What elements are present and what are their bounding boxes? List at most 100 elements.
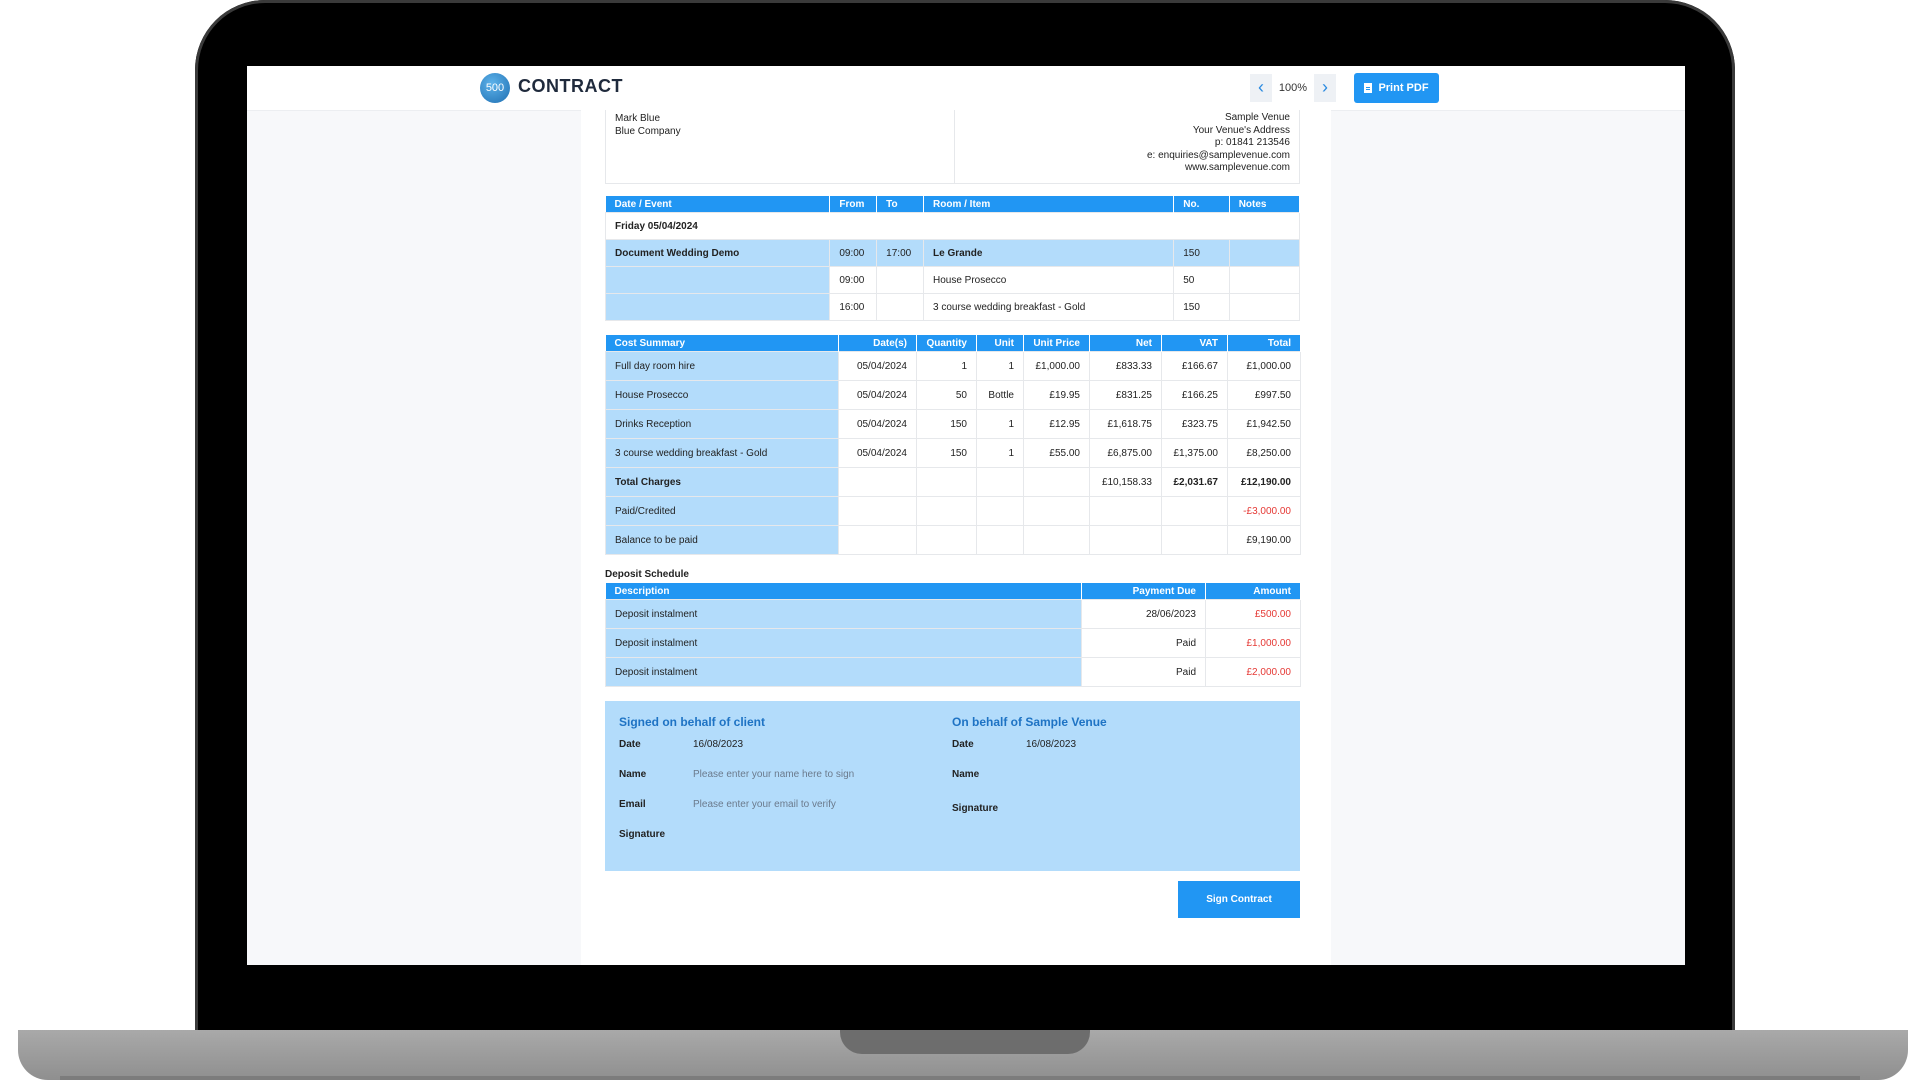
cost-date: 05/04/2024 <box>838 380 917 410</box>
email-input[interactable]: Please enter your email to verify <box>693 799 836 810</box>
cost-date: 05/04/2024 <box>838 409 917 439</box>
venue-signing-heading: On behalf of Sample Venue <box>952 715 1107 729</box>
column-header: Payment Due <box>1081 583 1206 600</box>
column-header: Unit <box>976 335 1024 352</box>
cost-quantity: 150 <box>916 438 977 468</box>
empty-cell <box>1023 525 1090 555</box>
client-signature-row[interactable]: Signature <box>619 829 949 859</box>
empty-cell <box>838 496 917 526</box>
empty-cell <box>1161 496 1228 526</box>
laptop-notch <box>840 1030 1090 1054</box>
chevron-right-icon[interactable]: › <box>1314 74 1336 102</box>
venue-date-row: Date 16/08/2023 <box>952 739 1282 769</box>
cost-unit: 1 <box>976 351 1024 381</box>
time-to <box>876 293 924 321</box>
time-from: 09:00 <box>829 266 878 294</box>
column-header: VAT <box>1161 335 1228 352</box>
deposit-schedule-title: Deposit Schedule <box>605 569 689 580</box>
table-row: Full day room hire 05/04/2024 1 1 £1,000… <box>605 351 1301 381</box>
cost-unit-price: £55.00 <box>1023 438 1090 468</box>
table-row: Friday 05/04/2024 <box>605 212 1300 240</box>
print-pdf-button[interactable]: Print PDF <box>1354 73 1439 103</box>
date-label: Date <box>952 739 974 750</box>
venue-name-row: Name <box>952 769 1282 803</box>
cost-item: Full day room hire <box>605 351 839 381</box>
empty-cell <box>1023 467 1090 497</box>
venue-email: e: enquiries@samplevenue.com <box>1146 149 1290 161</box>
empty-cell <box>838 467 917 497</box>
total-charges-label: Total Charges <box>605 467 839 497</box>
client-date: 16/08/2023 <box>693 739 744 750</box>
empty-cell <box>976 467 1024 497</box>
deposit-due: 28/06/2023 <box>1081 599 1206 629</box>
venue-phone: p: 01841 213546 <box>1214 137 1290 149</box>
empty-cell <box>1089 496 1162 526</box>
cost-unit: 1 <box>976 409 1024 439</box>
cost-total: £997.50 <box>1227 380 1301 410</box>
chevron-left-icon[interactable]: ‹ <box>1250 74 1272 102</box>
balance-row: Balance to be paid £9,190.00 <box>605 525 1301 555</box>
room-item: 3 course wedding breakfast - Gold <box>922 293 1175 321</box>
venue-address: Sample Venue Your Venue's Address p: 018… <box>1147 112 1290 175</box>
cost-net: £6,875.00 <box>1089 438 1162 468</box>
cost-date: 05/04/2024 <box>838 438 917 468</box>
column-header: Date / Event <box>605 196 831 213</box>
cost-unit-price: £1,000.00 <box>1023 351 1090 381</box>
divider <box>954 110 955 183</box>
time-from: 16:00 <box>829 293 878 321</box>
balance-label: Balance to be paid <box>605 525 839 555</box>
notes <box>1228 293 1301 321</box>
client-date-row: Date 16/08/2023 <box>619 739 949 769</box>
cost-unit-price: £12.95 <box>1023 409 1090 439</box>
venue-address-line: Your Venue's Address <box>1192 124 1290 136</box>
name-input[interactable]: Please enter your name here to sign <box>693 769 854 780</box>
paid-label: Paid/Credited <box>605 496 839 526</box>
empty-cell <box>1089 525 1162 555</box>
deposit-table: Description Payment Due Amount Deposit i… <box>605 583 1301 687</box>
zoom-level: 100% <box>1278 82 1308 94</box>
table-header-row: Date / Event From To Room / Item No. Not… <box>605 196 1301 213</box>
client-name: Mark Blue <box>615 113 661 124</box>
cost-unit-price: £19.95 <box>1023 380 1090 410</box>
empty-cell <box>916 496 977 526</box>
deposit-description: Deposit instalment <box>605 657 1082 687</box>
venue-date: 16/08/2023 <box>1026 739 1077 750</box>
cost-unit: 1 <box>976 438 1024 468</box>
total-row: Total Charges £10,158.33 £2,031.67 £12,1… <box>605 467 1301 497</box>
table-row: 09:00 House Prosecco 50 <box>604 266 1301 294</box>
column-header: No. <box>1173 196 1230 213</box>
event-name <box>604 293 831 321</box>
deposit-amount: £500.00 <box>1205 599 1301 629</box>
events-table: Date / Event From To Room / Item No. Not… <box>604 196 1301 321</box>
cost-vat: £323.75 <box>1161 409 1228 439</box>
room-item: House Prosecco <box>922 266 1175 294</box>
column-header: Total <box>1227 335 1301 352</box>
cost-total: £8,250.00 <box>1227 438 1301 468</box>
cost-date: 05/04/2024 <box>838 351 917 381</box>
column-header: Room / Item <box>923 196 1175 213</box>
deposit-description: Deposit instalment <box>605 628 1082 658</box>
cost-item: 3 course wedding breakfast - Gold <box>605 438 839 468</box>
deposit-due: Paid <box>1081 628 1206 658</box>
name-label: Name <box>619 769 647 780</box>
sign-contract-button[interactable]: Sign Contract <box>1178 881 1300 918</box>
venue-name: Sample Venue <box>1224 112 1290 123</box>
item-count: 50 <box>1173 266 1230 294</box>
table-row: Deposit instalment Paid £1,000.00 <box>605 628 1301 658</box>
empty-cell <box>976 525 1024 555</box>
cost-item: Drinks Reception <box>605 409 839 439</box>
item-count: 150 <box>1173 239 1230 267</box>
total-net: £10,158.33 <box>1089 467 1162 497</box>
deposit-amount: £1,000.00 <box>1205 628 1301 658</box>
table-row: 3 course wedding breakfast - Gold 05/04/… <box>605 438 1301 468</box>
total-total: £12,190.00 <box>1227 467 1301 497</box>
client-name-row: Name Please enter your name here to sign <box>619 769 949 799</box>
signature-label: Signature <box>619 829 666 840</box>
cost-total: £1,000.00 <box>1227 351 1301 381</box>
column-header: Amount <box>1205 583 1301 600</box>
client-signing-heading: Signed on behalf of client <box>619 715 766 729</box>
top-bar: 500 CONTRACT ‹ 100% › Print PDF <box>247 66 1685 111</box>
cost-quantity: 50 <box>916 380 977 410</box>
table-row: Deposit instalment 28/06/2023 £500.00 <box>605 599 1301 629</box>
email-label: Email <box>619 799 646 810</box>
